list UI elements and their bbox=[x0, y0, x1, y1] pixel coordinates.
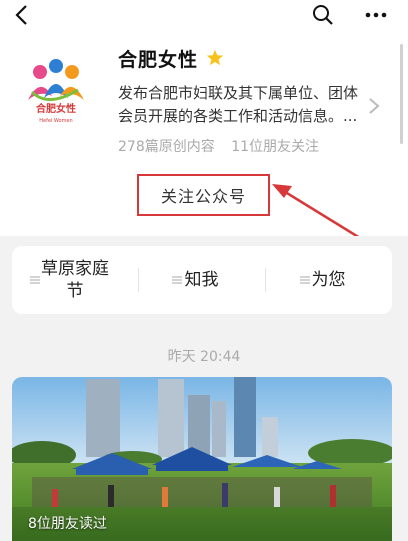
logo-subtext: Hefei Women bbox=[39, 118, 72, 124]
menu-item-label: 为您 bbox=[311, 270, 346, 290]
friends-read-count: 8位朋友读过 bbox=[28, 516, 107, 532]
scrollbar[interactable] bbox=[400, 44, 403, 144]
menu-item-label: 草原家庭 bbox=[41, 259, 109, 279]
description-line: 发布合肥市妇联及其下属单位、团体 bbox=[118, 84, 359, 102]
account-menu: 草原家庭 节 知我 为您 bbox=[12, 246, 392, 314]
search-icon[interactable] bbox=[312, 4, 334, 26]
account-logo[interactable]: 合肥女性 Hefei Women bbox=[18, 50, 94, 126]
original-count: 278篇原创内容 bbox=[118, 139, 215, 155]
menu-item-for-you[interactable]: 为您 bbox=[265, 246, 392, 314]
more-dots-icon[interactable] bbox=[364, 4, 388, 26]
follow-button[interactable]: 关注公众号 bbox=[137, 174, 270, 216]
account-stats: 278篇原创内容 11位朋友关注 bbox=[118, 136, 319, 156]
message-timestamp: 昨天 20:44 bbox=[167, 349, 241, 365]
chevron-right-icon[interactable] bbox=[368, 97, 380, 115]
account-description[interactable]: 发布合肥市妇联及其下属单位、团体 会员开展的各类工作和活动信息。... bbox=[118, 82, 368, 128]
account-name: 合肥女性 bbox=[118, 49, 199, 71]
menu-item-label: 知我 bbox=[184, 270, 219, 290]
top-navigation-bar bbox=[0, 0, 408, 32]
chevron-left-icon[interactable] bbox=[12, 4, 34, 26]
menu-item-know-me[interactable]: 知我 bbox=[138, 246, 265, 314]
friends-following[interactable]: 11位朋友关注 bbox=[231, 139, 319, 155]
star-icon bbox=[206, 49, 224, 66]
menu-item-label: 节 bbox=[66, 281, 84, 301]
description-line: 会员开展的各类工作和活动信息。... bbox=[118, 107, 358, 125]
logo-text: 合肥女性 bbox=[35, 102, 76, 115]
menu-item-grassland-family-festival[interactable]: 草原家庭 节 bbox=[12, 246, 138, 314]
